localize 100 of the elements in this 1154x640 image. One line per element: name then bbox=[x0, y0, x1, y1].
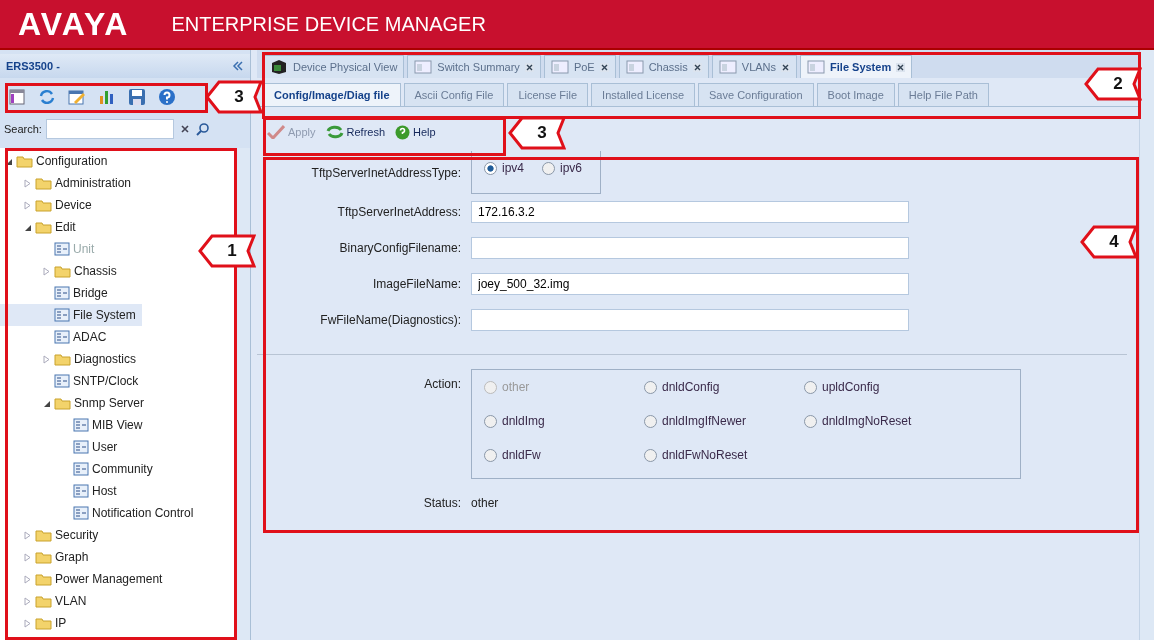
tree-item[interactable]: User bbox=[0, 436, 124, 458]
list-icon bbox=[54, 308, 70, 322]
save-icon[interactable] bbox=[128, 88, 146, 106]
radio-option[interactable]: dnldConfig bbox=[644, 380, 804, 394]
tree-item[interactable]: Chassis bbox=[0, 260, 123, 282]
tree-item[interactable]: Device bbox=[0, 194, 98, 216]
folder-icon bbox=[54, 352, 71, 366]
tab[interactable]: Config/Image/Diag file bbox=[263, 83, 401, 106]
radio-button[interactable] bbox=[644, 380, 657, 394]
tree-item[interactable]: Configuration bbox=[0, 150, 114, 172]
radio-option[interactable]: dnldFwNoReset bbox=[644, 448, 804, 462]
field-label: FwFileName(Diagnostics): bbox=[319, 313, 461, 327]
bar-chart-icon[interactable] bbox=[98, 88, 116, 106]
tree-item[interactable]: Bridge bbox=[0, 282, 114, 304]
radio-button[interactable] bbox=[484, 448, 497, 462]
radio-button[interactable] bbox=[484, 414, 497, 428]
expand-arrow-icon[interactable] bbox=[23, 530, 32, 540]
folder-icon bbox=[54, 396, 71, 410]
search-field[interactable] bbox=[45, 119, 174, 139]
close-icon[interactable] bbox=[692, 62, 702, 72]
expand-arrow-icon[interactable] bbox=[23, 552, 32, 562]
check-icon bbox=[267, 125, 285, 139]
input-field[interactable] bbox=[471, 237, 909, 259]
tree-item[interactable]: IP bbox=[0, 612, 73, 634]
tree-item[interactable]: Host bbox=[0, 480, 123, 502]
folder-icon bbox=[35, 572, 52, 586]
tab[interactable]: Chassis bbox=[618, 55, 709, 78]
tree-item[interactable]: Graph bbox=[0, 546, 95, 568]
list-icon bbox=[54, 330, 70, 344]
tree-item[interactable]: Snmp Server bbox=[0, 392, 151, 414]
radio-option[interactable]: dnldImgNoReset bbox=[804, 414, 1004, 428]
tree-item[interactable]: SNTP/Clock bbox=[0, 370, 145, 392]
input-field[interactable]: 172.16.3.2 bbox=[471, 201, 909, 223]
refresh-icon[interactable] bbox=[38, 88, 56, 106]
tree-item[interactable]: Security bbox=[0, 524, 105, 546]
tree-item[interactable]: VLAN bbox=[0, 590, 93, 612]
radio-button[interactable] bbox=[804, 414, 817, 428]
input-field[interactable]: joey_500_32.img bbox=[471, 273, 909, 295]
expand-arrow-icon[interactable] bbox=[23, 200, 32, 210]
tree-item[interactable]: Community bbox=[0, 458, 159, 480]
input-field[interactable] bbox=[471, 309, 909, 331]
folder-icon bbox=[35, 176, 52, 190]
radio-option[interactable]: ipv4 bbox=[484, 161, 524, 175]
close-icon[interactable] bbox=[524, 62, 534, 72]
window-icon bbox=[414, 60, 433, 74]
tab[interactable]: Switch Summary bbox=[407, 55, 541, 78]
expand-arrow-icon[interactable] bbox=[23, 574, 32, 584]
scrollbar[interactable] bbox=[1139, 50, 1154, 640]
toolbar-button[interactable]: Help bbox=[395, 124, 436, 140]
window-icon bbox=[718, 60, 737, 74]
radio-option[interactable]: upldConfig bbox=[804, 380, 1004, 394]
expand-arrow-icon[interactable] bbox=[42, 354, 51, 364]
refresh-icon bbox=[325, 125, 344, 139]
expand-arrow-icon[interactable] bbox=[23, 596, 32, 606]
collapse-icon[interactable] bbox=[232, 61, 244, 71]
toolbar-button[interactable]: Refresh bbox=[325, 125, 386, 139]
close-icon[interactable] bbox=[781, 62, 791, 72]
radio-button[interactable] bbox=[484, 161, 497, 175]
help-icon[interactable] bbox=[158, 88, 176, 106]
window-icon bbox=[550, 60, 569, 74]
help-icon bbox=[395, 124, 411, 140]
tree-item[interactable]: ADAC bbox=[0, 326, 113, 348]
close-icon[interactable] bbox=[599, 62, 609, 72]
tab[interactable]: File System bbox=[800, 55, 913, 78]
search-icon[interactable] bbox=[195, 122, 210, 136]
expand-arrow-icon[interactable] bbox=[42, 266, 51, 276]
tree-item[interactable]: Notification Control bbox=[0, 502, 200, 524]
tree-item[interactable]: Edit bbox=[0, 216, 82, 238]
status-value: other bbox=[471, 496, 499, 510]
tab[interactable]: PoE bbox=[543, 55, 616, 78]
window-icon bbox=[625, 60, 644, 74]
tree-item[interactable]: Administration bbox=[0, 172, 138, 194]
panel-icon[interactable] bbox=[8, 88, 26, 106]
radio-button[interactable] bbox=[542, 161, 555, 175]
device-name: ERS3500 - bbox=[6, 60, 60, 72]
radio-button[interactable] bbox=[644, 448, 657, 462]
folder-icon bbox=[35, 594, 52, 608]
tree-item[interactable]: Power Management bbox=[0, 568, 169, 590]
radio-button[interactable] bbox=[644, 414, 657, 428]
list-icon bbox=[54, 374, 70, 388]
folder-icon bbox=[16, 154, 33, 168]
tree-item[interactable]: MIB View bbox=[0, 414, 149, 436]
list-icon bbox=[54, 242, 70, 256]
folder-icon bbox=[35, 220, 52, 234]
list-icon bbox=[73, 440, 89, 454]
tab[interactable]: VLANs bbox=[711, 55, 798, 78]
expand-arrow-icon[interactable] bbox=[23, 178, 32, 188]
radio-option[interactable]: dnldImgIfNewer bbox=[644, 414, 804, 428]
tab[interactable]: Device Physical View bbox=[263, 55, 405, 78]
radio-option[interactable]: ipv6 bbox=[542, 161, 583, 175]
edit-icon[interactable] bbox=[68, 88, 86, 106]
expand-arrow-icon[interactable] bbox=[23, 618, 32, 628]
tree-item[interactable]: File System bbox=[0, 304, 142, 326]
radio-button[interactable] bbox=[804, 380, 817, 394]
field-label: Action: bbox=[423, 376, 461, 391]
tree-item[interactable]: Diagnostics bbox=[0, 348, 143, 370]
tab[interactable]: License File bbox=[507, 83, 589, 106]
close-icon[interactable] bbox=[896, 62, 906, 72]
radio-option[interactable]: dnldFw bbox=[484, 448, 644, 462]
radio-option[interactable]: dnldImg bbox=[484, 414, 644, 428]
